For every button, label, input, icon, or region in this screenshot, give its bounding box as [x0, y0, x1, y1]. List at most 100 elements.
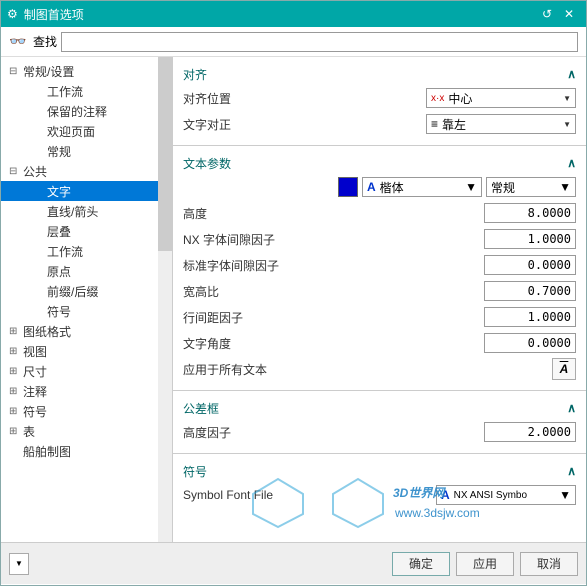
tree-item[interactable]: 原点	[1, 261, 172, 281]
tree-twisty-icon[interactable]: ⊟	[9, 166, 21, 177]
param-input[interactable]	[484, 229, 576, 249]
align-pos-icon: x·x	[431, 93, 444, 104]
tree-item-label: 图纸格式	[23, 323, 71, 340]
apply-button[interactable]: 应用	[456, 552, 514, 576]
ok-button[interactable]: 确定	[392, 552, 450, 576]
tree-item-label: 前缀/后缀	[47, 283, 98, 300]
param-input[interactable]	[484, 333, 576, 353]
font-icon: A	[367, 180, 376, 194]
tree-twisty-icon[interactable]: ⊞	[9, 326, 21, 337]
tree-twisty-icon[interactable]: ⊞	[9, 366, 21, 377]
tol-height-label: 高度因子	[183, 424, 484, 441]
chevron-up-icon[interactable]: ∧	[567, 401, 576, 415]
font-combo[interactable]: A 楷体 ▼	[362, 177, 482, 197]
tree-twisty-icon[interactable]: ⊞	[9, 406, 21, 417]
tree-item-label: 保留的注释	[47, 103, 107, 120]
param-label: 标准字体间隙因子	[183, 257, 484, 274]
tree-item[interactable]: 层叠	[1, 221, 172, 241]
param-input[interactable]	[484, 281, 576, 301]
tree-item-label: 层叠	[47, 223, 71, 240]
footer-dropdown[interactable]: ▼	[9, 553, 29, 575]
cancel-button[interactable]: 取消	[520, 552, 578, 576]
tol-height-input[interactable]	[484, 422, 576, 442]
section-title: 文本参数	[183, 155, 567, 172]
param-label: NX 字体间隙因子	[183, 231, 484, 248]
align-left-icon: ≡	[431, 117, 438, 131]
chevron-up-icon[interactable]: ∧	[567, 464, 576, 478]
tree-item[interactable]: ⊞注释	[1, 381, 172, 401]
window-title: 制图首选项	[24, 6, 536, 23]
apply-all-button[interactable]: A	[552, 358, 576, 380]
search-icon: 👓	[9, 33, 33, 50]
tree-item-label: 工作流	[47, 243, 83, 260]
chevron-down-icon: ▼	[563, 94, 571, 103]
align-just-label: 文字对正	[183, 116, 426, 133]
tree-item-label: 欢迎页面	[47, 123, 95, 140]
param-input[interactable]	[484, 307, 576, 327]
chevron-down-icon: ▼	[465, 180, 477, 194]
tree-item[interactable]: 工作流	[1, 81, 172, 101]
tree-item[interactable]: 符号	[1, 301, 172, 321]
font-style-combo[interactable]: 常规 ▼	[486, 177, 576, 197]
tree-item-label: 符号	[47, 303, 71, 320]
tree-item-label: 表	[23, 423, 35, 440]
param-label: 文字角度	[183, 335, 484, 352]
tree-item[interactable]: 前缀/后缀	[1, 281, 172, 301]
tree-twisty-icon[interactable]: ⊞	[9, 386, 21, 397]
chevron-up-icon[interactable]: ∧	[567, 67, 576, 81]
apply-all-label: 应用于所有文本	[183, 361, 552, 378]
section-align: 对齐 ∧ 对齐位置 x·x 中心 ▼ 文字对正 ≡ 靠左	[173, 57, 586, 146]
tree-item[interactable]: ⊞表	[1, 421, 172, 441]
tree-twisty-icon[interactable]: ⊞	[9, 346, 21, 357]
tree-item-label: 直线/箭头	[47, 203, 98, 220]
param-label: 行间距因子	[183, 309, 484, 326]
tree-item[interactable]: 欢迎页面	[1, 121, 172, 141]
tree-item[interactable]: ⊞视图	[1, 341, 172, 361]
tree-twisty-icon[interactable]: ⊞	[9, 426, 21, 437]
param-input[interactable]	[484, 203, 576, 223]
tree-item[interactable]: ⊞尺寸	[1, 361, 172, 381]
section-title: 符号	[183, 463, 567, 480]
search-bar: 👓 查找	[1, 27, 586, 57]
tree-item-label: 常规/设置	[23, 63, 74, 80]
tree-item[interactable]: ⊟公共	[1, 161, 172, 181]
tree-item[interactable]: 船舶制图	[1, 441, 172, 461]
content-panel: 对齐 ∧ 对齐位置 x·x 中心 ▼ 文字对正 ≡ 靠左	[173, 57, 586, 542]
align-pos-label: 对齐位置	[183, 90, 426, 107]
tree-scrollbar[interactable]	[158, 57, 172, 542]
search-label: 查找	[33, 33, 57, 50]
text-color-swatch[interactable]	[338, 177, 358, 197]
section-symbol: 符号 ∧ Symbol Font File A NX ANSI Symbo ▼	[173, 454, 586, 516]
align-pos-combo[interactable]: x·x 中心 ▼	[426, 88, 576, 108]
gear-icon: ⚙	[7, 7, 18, 21]
section-title: 公差框	[183, 400, 567, 417]
tree-item-label: 符号	[23, 403, 47, 420]
reset-icon[interactable]: ↺	[536, 7, 558, 21]
nav-tree[interactable]: ⊟常规/设置工作流保留的注释欢迎页面常规⊟公共文字直线/箭头层叠工作流原点前缀/…	[1, 57, 173, 542]
symbol-font-combo[interactable]: A NX ANSI Symbo ▼	[436, 485, 576, 505]
tree-item[interactable]: 常规	[1, 141, 172, 161]
tree-item[interactable]: 保留的注释	[1, 101, 172, 121]
search-input[interactable]	[61, 32, 578, 52]
param-input[interactable]	[484, 255, 576, 275]
section-tolbox: 公差框 ∧ 高度因子	[173, 391, 586, 454]
tree-item-label: 注释	[23, 383, 47, 400]
align-just-combo[interactable]: ≡ 靠左 ▼	[426, 114, 576, 134]
section-title: 对齐	[183, 66, 567, 83]
tree-twisty-icon[interactable]: ⊟	[9, 66, 21, 77]
chevron-up-icon[interactable]: ∧	[567, 156, 576, 170]
tree-item[interactable]: 直线/箭头	[1, 201, 172, 221]
param-label: 高度	[183, 205, 484, 222]
tree-item[interactable]: ⊞符号	[1, 401, 172, 421]
tree-item[interactable]: ⊞图纸格式	[1, 321, 172, 341]
titlebar: ⚙ 制图首选项 ↺ ✕	[1, 1, 586, 27]
close-icon[interactable]: ✕	[558, 7, 580, 21]
tree-item-label: 尺寸	[23, 363, 47, 380]
tree-item[interactable]: 工作流	[1, 241, 172, 261]
tree-item[interactable]: ⊟常规/设置	[1, 61, 172, 81]
tree-item-label: 公共	[23, 163, 47, 180]
tree-item-label: 船舶制图	[23, 443, 71, 460]
tree-item[interactable]: 文字	[1, 181, 172, 201]
tree-item-label: 常规	[47, 143, 71, 160]
param-label: 宽高比	[183, 283, 484, 300]
